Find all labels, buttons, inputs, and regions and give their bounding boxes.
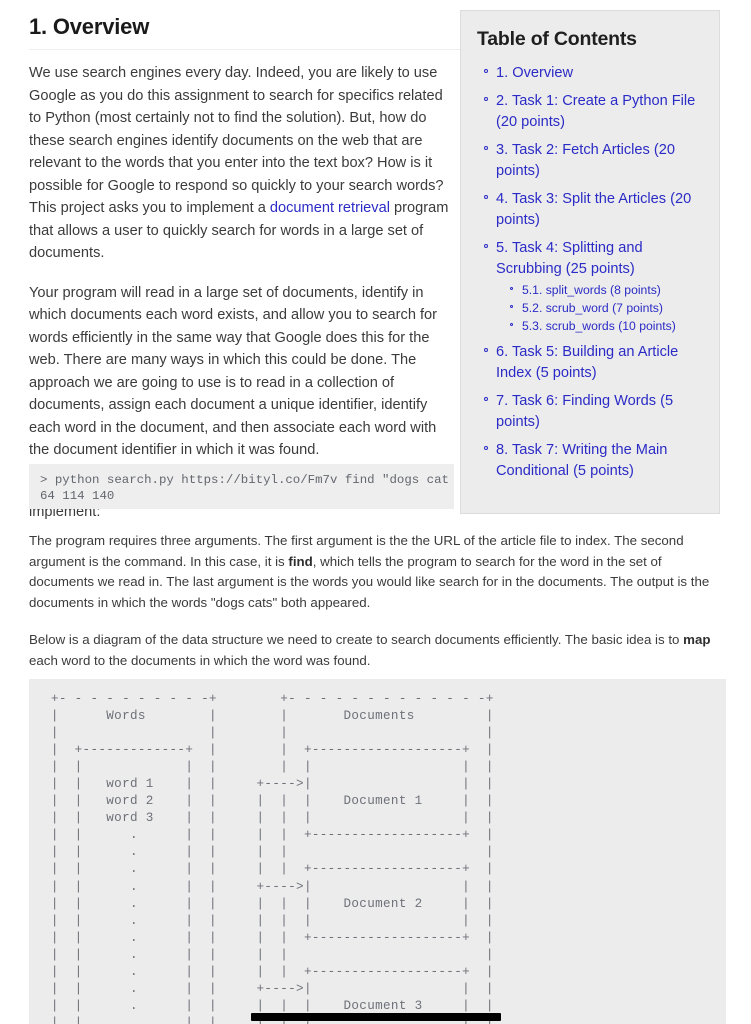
bullet-icon [484,69,488,73]
map-keyword: map [683,632,711,647]
toc-item-task6[interactable]: 7. Task 6: Finding Words (5 points) [484,391,705,433]
toc-link-task2[interactable]: 3. Task 2: Fetch Articles (20 points) [496,140,705,182]
ascii-diagram-text: +- - - - - - - - - -+ +- - - - - - - - -… [50,692,494,1024]
find-keyword: find [288,553,313,569]
toc-item-overview[interactable]: 1. Overview [484,63,705,84]
bullet-icon [484,195,488,199]
toc-list: 1. Overview 2. Task 1: Create a Python F… [475,63,705,482]
code-example-block[interactable]: > python search.py https://bityl.co/Fm7v… [29,464,454,509]
toc-item-task5[interactable]: 6. Task 5: Building an Article Index (5 … [484,342,705,384]
toc-link-task4[interactable]: 5. Task 4: Splitting and Scrubbing (25 p… [496,238,705,280]
toc-item-task4[interactable]: 5. Task 4: Splitting and Scrubbing (25 p… [484,238,705,335]
bullet-icon [484,244,488,248]
toc-item-task7[interactable]: 8. Task 7: Writing the Main Conditional … [484,440,705,482]
paragraph-diagram-lead: Below is a diagram of the data structure… [29,630,726,671]
toc-link-scrub-word[interactable]: 5.2. scrub_word (7 points) [522,300,705,317]
toc-link-scrub-words[interactable]: 5.3. scrub_words (10 points) [522,318,705,335]
toc-link-task7[interactable]: 8. Task 7: Writing the Main Conditional … [496,440,705,482]
toc-link-overview[interactable]: 1. Overview [496,63,705,84]
bullet-icon [484,97,488,101]
paragraph-intro-text-before: We use search engines every day. Indeed,… [29,65,444,216]
paragraph-arguments: The program requires three arguments. Th… [29,531,726,613]
table-of-contents-title: Table of Contents [477,28,637,50]
bullet-icon [484,146,488,150]
bullet-icon [484,397,488,401]
toc-link-task5[interactable]: 6. Task 5: Building an Article Index (5 … [496,342,705,384]
bullet-icon [510,305,513,308]
toc-item-task1[interactable]: 2. Task 1: Create a Python File (20 poin… [484,91,705,133]
document-page: 1. Overview We use search engines every … [0,0,751,1024]
bullet-icon [484,446,488,450]
paragraph-intro: We use search engines every day. Indeed,… [29,62,453,265]
toc-item-task2[interactable]: 3. Task 2: Fetch Articles (20 points) [484,140,705,182]
toc-link-split-words[interactable]: 5.1. split_words (8 points) [522,282,705,299]
toc-link-task6[interactable]: 7. Task 6: Finding Words (5 points) [496,391,705,433]
toc-link-task3[interactable]: 4. Task 3: Split the Articles (20 points… [496,189,705,231]
code-example-text: > python search.py https://bityl.co/Fm7v… [40,473,449,503]
bullet-icon [510,287,513,290]
diagram-scrollbar-thumb[interactable] [251,1013,501,1021]
intro-text-column: We use search engines every day. Indeed,… [29,62,453,524]
paragraph-diagram-part1: Below is a diagram of the data structure… [29,632,684,647]
paragraph-diagram-part2: each word to the documents in which the … [29,652,371,668]
toc-item-scrub-word[interactable]: 5.2. scrub_word (7 points) [510,300,705,317]
paragraph-approach: Your program will read in a large set of… [29,284,438,459]
ascii-diagram-block[interactable]: +- - - - - - - - - -+ +- - - - - - - - -… [29,679,726,1024]
bullet-icon [510,323,513,326]
toc-link-task1[interactable]: 2. Task 1: Create a Python File (20 poin… [496,91,705,133]
toc-item-scrub-words[interactable]: 5.3. scrub_words (10 points) [510,318,705,335]
bullet-icon [484,348,488,352]
document-retrieval-link[interactable]: document retrieval [270,200,390,216]
toc-item-split-words[interactable]: 5.1. split_words (8 points) [510,282,705,299]
explanation-text-column: The program requires three arguments. Th… [29,531,726,688]
table-of-contents: Table of Contents 1. Overview 2. Task 1:… [460,10,720,514]
diagram-horizontal-scrollbar[interactable] [29,1010,726,1024]
page-title: 1. Overview [29,14,460,51]
toc-sublist-task4: 5.1. split_words (8 points) 5.2. scrub_w… [496,282,705,335]
toc-item-task3[interactable]: 4. Task 3: Split the Articles (20 points… [484,189,705,231]
